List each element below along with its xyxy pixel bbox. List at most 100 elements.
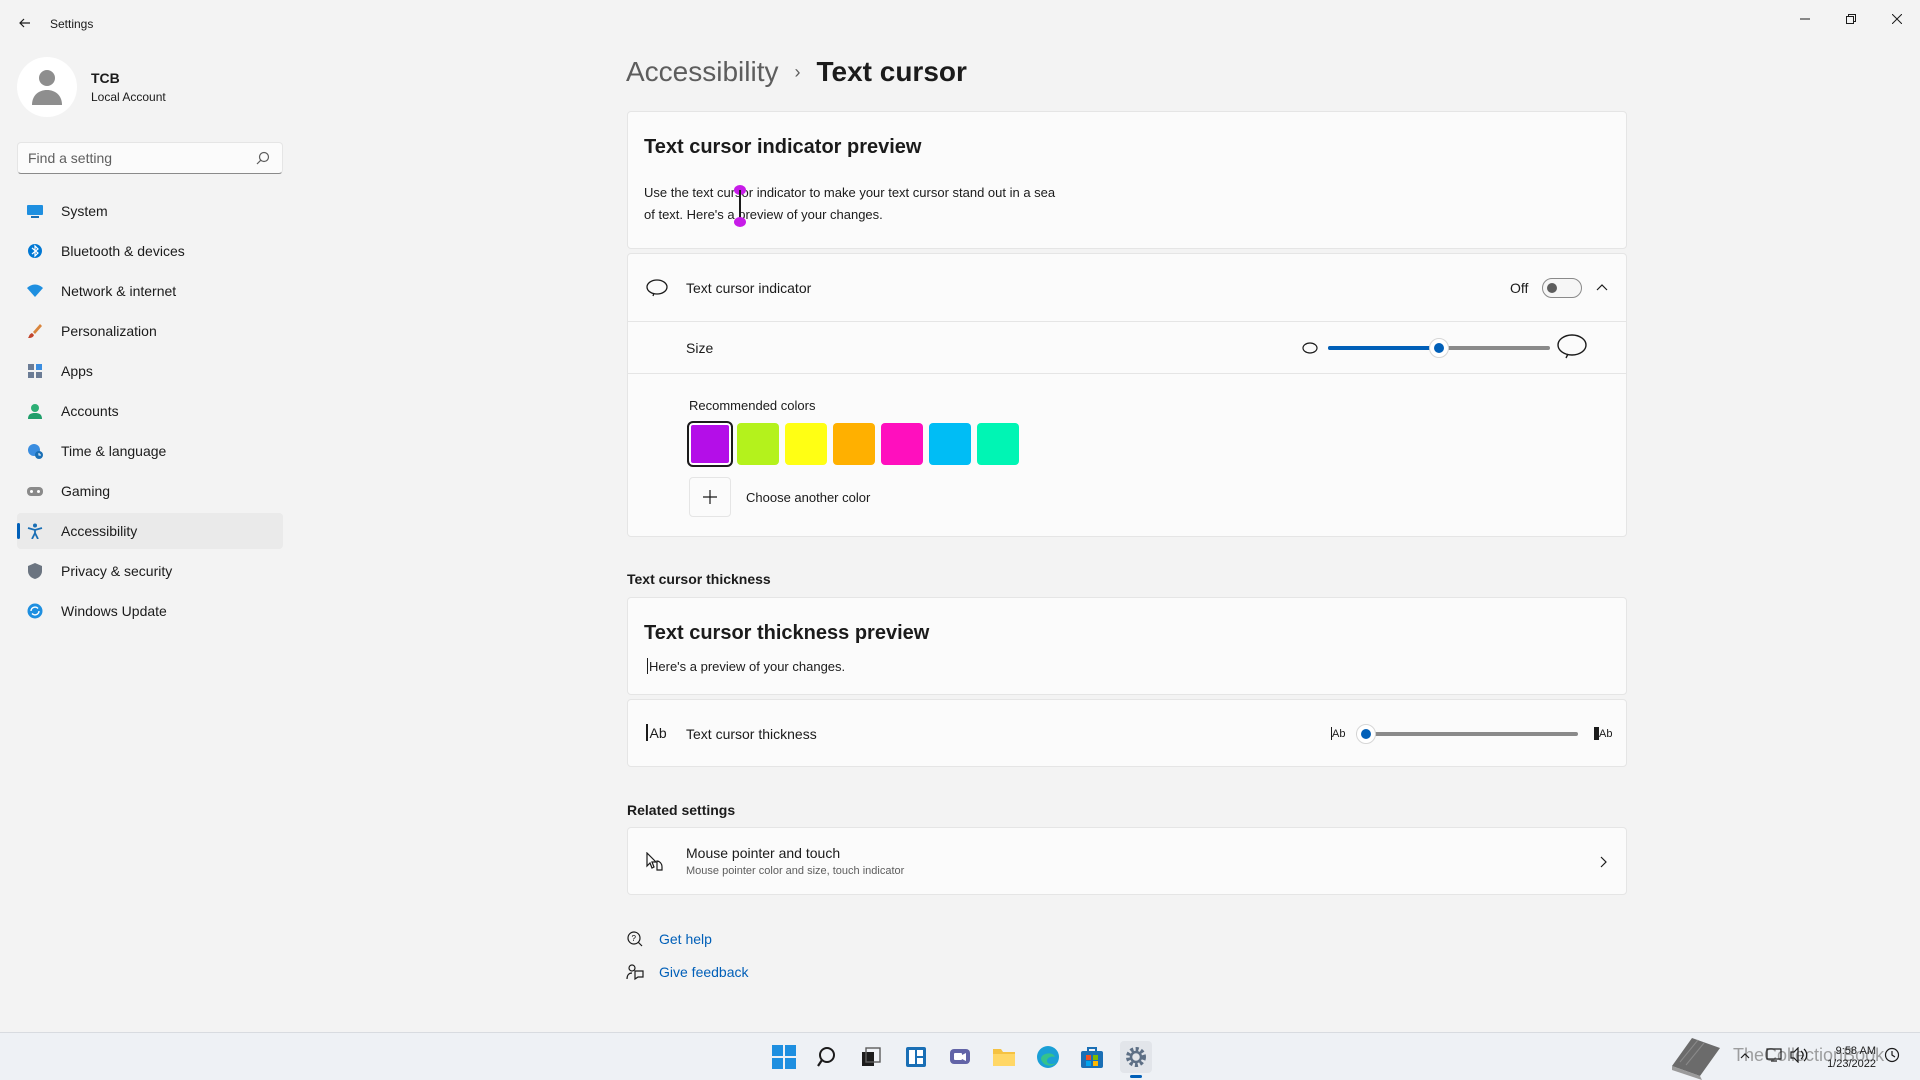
sidebar-item-bluetooth[interactable]: Bluetooth & devices <box>17 233 283 269</box>
size-slider-thumb[interactable] <box>1429 338 1449 358</box>
large-indicator-icon <box>1557 334 1587 359</box>
start-button[interactable] <box>768 1041 800 1073</box>
close-button[interactable] <box>1874 4 1920 34</box>
thickness-preview-title: Text cursor thickness preview <box>644 622 930 644</box>
get-help-label[interactable]: Get help <box>659 931 712 947</box>
sidebar-item-accounts[interactable]: Accounts <box>17 393 283 429</box>
apps-icon <box>27 363 43 379</box>
plus-icon <box>703 490 717 504</box>
size-slider[interactable] <box>1328 338 1550 358</box>
text-cursor-indicator-label: Text cursor indicator <box>686 280 812 296</box>
edge-browser-icon <box>1037 1046 1059 1068</box>
toggle-knob <box>1547 283 1557 293</box>
back-arrow-icon <box>19 18 30 28</box>
chevron-right-icon <box>1600 856 1607 868</box>
settings-app-button[interactable] <box>1120 1041 1152 1078</box>
svg-text:?: ? <box>632 934 637 943</box>
sidebar-item-apps[interactable]: Apps <box>17 353 283 389</box>
indicator-oval-icon <box>646 279 668 297</box>
thickness-preview-caret <box>647 658 648 674</box>
thickness-setting-card: Ab Text cursor thickness Ab Ab <box>627 699 1627 767</box>
recommended-colors-label: Recommended colors <box>689 398 816 413</box>
wifi-icon <box>27 283 43 299</box>
search-box[interactable] <box>17 142 283 174</box>
size-slider-fill <box>1328 346 1439 350</box>
color-swatch[interactable] <box>687 421 733 467</box>
brush-icon <box>27 323 43 339</box>
give-feedback-label[interactable]: Give feedback <box>659 964 749 980</box>
sidebar-item-privacy[interactable]: Privacy & security <box>17 553 283 589</box>
color-swatch[interactable] <box>737 423 779 465</box>
search-icon[interactable] <box>256 151 270 165</box>
clock[interactable]: 9:58 AM 1/23/2022 <box>1827 1045 1876 1071</box>
sidebar-item-network[interactable]: Network & internet <box>17 273 283 309</box>
thickness-label: Text cursor thickness <box>686 726 817 742</box>
widgets-icon <box>906 1047 926 1067</box>
sidebar-item-personalization[interactable]: Personalization <box>17 313 283 349</box>
sidebar-item-windows-update[interactable]: Windows Update <box>17 593 283 629</box>
text-cursor-indicator-header[interactable]: Text cursor indicator Off <box>628 254 1626 322</box>
folder-icon <box>993 1049 1015 1066</box>
accessibility-icon <box>27 523 43 539</box>
sidebar-item-label: Time & language <box>61 443 167 459</box>
tray-overflow-chevron-icon[interactable] <box>1740 1051 1750 1061</box>
widgets-button[interactable] <box>900 1041 932 1073</box>
store-button[interactable] <box>1076 1041 1108 1073</box>
small-indicator-icon <box>1302 342 1318 354</box>
text-cursor-indicator-card: Text cursor indicator Off Size Recommend… <box>627 253 1627 537</box>
breadcrumb: Accessibility › Text cursor <box>626 56 967 88</box>
volume-icon[interactable] <box>1790 1047 1808 1063</box>
thickness-slider[interactable] <box>1356 724 1578 744</box>
search-input[interactable] <box>18 143 238 173</box>
user-profile[interactable]: TCB Local Account <box>17 57 166 117</box>
thin-cursor-icon-text: Ab <box>1332 727 1346 740</box>
display-icon[interactable] <box>1766 1047 1782 1063</box>
size-label: Size <box>686 340 714 356</box>
minimize-button[interactable] <box>1782 4 1828 34</box>
indicator-preview-line-2: of text. Here's a preview of your change… <box>644 207 883 222</box>
choose-another-color-label[interactable]: Choose another color <box>746 490 870 505</box>
toggle-state-text: Off <box>1510 280 1529 296</box>
indicator-preview-line-1: Use the text cursor indicator to make yo… <box>644 185 1056 200</box>
chevron-up-icon[interactable] <box>1596 283 1608 291</box>
thickness-slider-thumb[interactable] <box>1356 724 1376 744</box>
color-swatch[interactable] <box>929 423 971 465</box>
breadcrumb-parent[interactable]: Accessibility <box>626 56 778 88</box>
globe-clock-icon <box>27 443 43 459</box>
color-swatch[interactable] <box>833 423 875 465</box>
give-feedback-link[interactable]: Give feedback <box>626 963 749 981</box>
sidebar-item-label: Network & internet <box>61 283 177 299</box>
mouse-pointer-icon <box>646 852 663 871</box>
sidebar-item-label: Privacy & security <box>61 563 173 579</box>
clock-time: 9:58 AM <box>1835 1045 1876 1057</box>
sidebar-item-accessibility[interactable]: Accessibility <box>17 513 283 549</box>
sidebar-item-system[interactable]: System <box>17 193 283 229</box>
related-item-subtitle: Mouse pointer color and size, touch indi… <box>686 865 905 877</box>
file-explorer-button[interactable] <box>988 1041 1020 1073</box>
color-swatch[interactable] <box>881 423 923 465</box>
notification-icon[interactable] <box>1884 1047 1900 1063</box>
mouse-pointer-touch-link[interactable]: Mouse pointer and touch Mouse pointer co… <box>627 827 1627 895</box>
color-swatch[interactable] <box>977 423 1019 465</box>
edge-button[interactable] <box>1032 1041 1064 1073</box>
back-button[interactable] <box>14 12 36 34</box>
search-icon <box>817 1047 835 1067</box>
profile-account-type: Local Account <box>91 90 166 104</box>
close-icon <box>1892 14 1902 24</box>
restore-button[interactable] <box>1828 4 1874 34</box>
task-view-icon <box>862 1047 881 1066</box>
monitor-icon <box>27 203 43 219</box>
sidebar-item-gaming[interactable]: Gaming <box>17 473 283 509</box>
sidebar-item-time-language[interactable]: Time & language <box>17 433 283 469</box>
task-view-button[interactable] <box>855 1041 887 1073</box>
taskbar-search-button[interactable] <box>812 1041 844 1073</box>
sidebar-item-label: Accessibility <box>61 523 138 539</box>
text-cursor-indicator-toggle[interactable] <box>1542 278 1582 298</box>
taskbar: TheCollectionBook 9:58 AM 1/23/2022 <box>0 1032 1920 1080</box>
chat-button[interactable] <box>944 1041 976 1073</box>
update-icon <box>27 603 43 619</box>
color-swatch[interactable] <box>785 423 827 465</box>
get-help-link[interactable]: ? Get help <box>626 930 712 948</box>
feedback-icon <box>626 964 644 981</box>
choose-another-color-button[interactable] <box>689 477 731 517</box>
